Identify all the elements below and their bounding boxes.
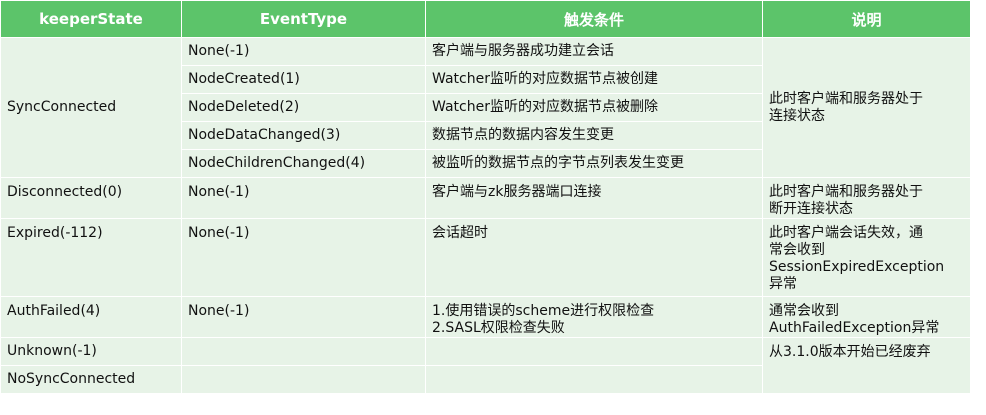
event-type-cell: NodeDataChanged(3): [181, 121, 426, 150]
description-cell: 从3.1.0版本开始已经废弃: [762, 337, 971, 394]
event-type-cell: [181, 337, 426, 366]
event-type-cell: None(-1): [181, 218, 426, 297]
keeper-state-cell: SyncConnected: [0, 37, 182, 178]
keeper-state-cell: Disconnected(0): [0, 177, 182, 219]
keeper-state-cell: Unknown(-1): [0, 337, 182, 366]
trigger-condition-cell: 数据节点的数据内容发生变更: [425, 121, 763, 150]
description-cell: 此时客户端会话失效，通 常会收到 SessionExpiredException…: [762, 218, 971, 297]
trigger-condition-cell: [425, 365, 763, 394]
table-row: Unknown(-1) 从3.1.0版本开始已经废弃: [0, 337, 971, 394]
table-header-row: keeperState EventType 触发条件 说明: [0, 0, 971, 38]
zookeeper-event-table: keeperState EventType 触发条件 说明 SyncConnec…: [0, 0, 971, 394]
column-header-keeper-state: keeperState: [0, 0, 182, 38]
column-header-description: 说明: [762, 0, 971, 38]
event-type-cell: [181, 365, 426, 394]
trigger-condition-cell: 客户端与zk服务器端口连接: [425, 177, 763, 219]
description-cell: 此时客户端和服务器处于 断开连接状态: [762, 177, 971, 219]
column-header-trigger-condition: 触发条件: [425, 0, 763, 38]
event-type-cell: NodeDeleted(2): [181, 93, 426, 122]
event-type-cell: None(-1): [181, 37, 426, 66]
table-row: AuthFailed(4) None(-1) 1.使用错误的scheme进行权限…: [0, 296, 971, 338]
trigger-condition-cell: Watcher监听的对应数据节点被删除: [425, 93, 763, 122]
trigger-condition-cell: 会话超时: [425, 218, 763, 297]
trigger-condition-cell: 1.使用错误的scheme进行权限检查 2.SASL权限检查失败: [425, 296, 763, 338]
description-cell: 此时客户端和服务器处于 连接状态: [762, 37, 971, 178]
keeper-state-cell: Expired(-112): [0, 218, 182, 297]
trigger-condition-cell: 客户端与服务器成功建立会话: [425, 37, 763, 66]
trigger-condition-cell: 被监听的数据节点的字节点列表发生变更: [425, 149, 763, 178]
event-type-cell: None(-1): [181, 177, 426, 219]
table-row: SyncConnected None(-1) 客户端与服务器成功建立会话 此时客…: [0, 37, 971, 178]
column-header-event-type: EventType: [181, 0, 426, 38]
table-row: Disconnected(0) None(-1) 客户端与zk服务器端口连接 此…: [0, 177, 971, 219]
trigger-condition-cell: Watcher监听的对应数据节点被创建: [425, 65, 763, 94]
event-type-cell: None(-1): [181, 296, 426, 338]
keeper-state-cell: AuthFailed(4): [0, 296, 182, 338]
table-row: Expired(-112) None(-1) 会话超时 此时客户端会话失效，通 …: [0, 218, 971, 297]
event-type-cell: NodeCreated(1): [181, 65, 426, 94]
zookeeper-watch-event-table-page: keeperState EventType 触发条件 说明 SyncConnec…: [0, 0, 986, 415]
event-type-cell: NodeChildrenChanged(4): [181, 149, 426, 178]
trigger-condition-cell: [425, 337, 763, 366]
description-cell: 通常会收到 AuthFailedException异常: [762, 296, 971, 338]
keeper-state-cell: NoSyncConnected: [0, 365, 182, 394]
